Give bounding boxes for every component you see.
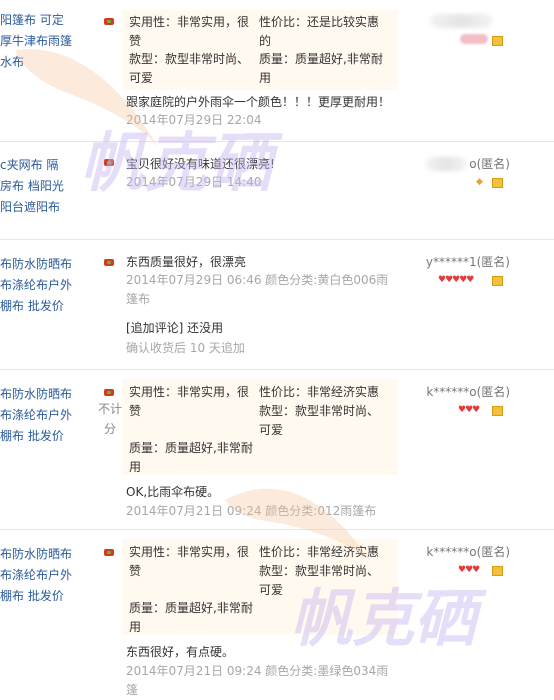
review-text: 宝贝很好没有味道还很漂亮!	[126, 157, 275, 171]
append-review-text: [追加评论] 还没用	[126, 321, 224, 335]
review-date: 2014年07月29日 14:40	[126, 175, 262, 189]
not-counted-label: 不计分	[97, 402, 122, 436]
review-item: 布防水防晒布 布涤纶布户外 棚布 批发价 东西质量很好，很漂亮 2014年07月…	[0, 239, 554, 370]
review-item: 布防水防晒布 布涤纶布户外 棚布 批发价 实用性：非常实用，很赞 性价比：非常经…	[0, 529, 554, 697]
review-text: 东西很好，有点硬。	[126, 645, 235, 659]
tag-practicality: 实用性：非常实用，很赞	[129, 545, 250, 578]
review-item: 布防水防晒布 布涤纶布户外 棚布 批发价 不计分 实用性：非常实用，很赞 性价比…	[0, 369, 554, 530]
flag-icon	[104, 388, 114, 397]
reviewer-name[interactable]: k******o(匿名)	[410, 543, 510, 560]
reviewer-level-icon: ♥♥♥	[458, 405, 480, 415]
append-review-date: 确认收货后 10 天追加	[126, 341, 245, 355]
review-text: 东西质量很好，很漂亮	[126, 255, 247, 269]
reviewer-name[interactable]	[430, 14, 492, 28]
reviewer-level-icon: ♥♥♥♥♥	[438, 275, 474, 285]
reviewer-name[interactable]: k******o(匿名)	[410, 383, 510, 400]
review-date: 2014年07月21日 09:24 颜色分类:墨绿色034雨篷	[126, 664, 389, 697]
tag-practicality: 实用性：非常实用，很赞	[129, 385, 250, 418]
reviewer-level-icon: ◆	[476, 177, 483, 187]
tag-quality: 质量：质量超好,非常耐用	[129, 441, 253, 474]
review-item: c夹网布 隔 房布 档阳光 阳台遮阳布 宝贝很好没有味道还很漂亮! 2014年0…	[0, 141, 554, 240]
product-link[interactable]: 布防水防晒布 布涤纶布户外 棚布 批发价	[0, 544, 72, 607]
product-link[interactable]: 阳篷布 可定 厚牛津布雨篷 水布	[0, 10, 72, 73]
tag-value: 性价比：还是比较实惠的	[259, 15, 380, 48]
badge-icon	[492, 566, 503, 576]
tag-value: 性价比：非常经济实惠	[259, 385, 380, 399]
reviewer-name[interactable]: o(匿名)	[410, 155, 510, 172]
tag-practicality: 实用性：非常实用，很赞	[129, 15, 250, 48]
reviewer-level-icon: ♥♥♥	[458, 565, 480, 575]
tag-quality: 质量：质量超好,非常耐用	[129, 601, 253, 634]
tag-style: 款型：款型非常时尚、可爱	[259, 564, 380, 597]
badge-icon	[492, 406, 503, 416]
flag-icon	[104, 258, 114, 267]
flag-icon	[104, 158, 114, 167]
review-item: 阳篷布 可定 厚牛津布雨篷 水布 实用性：非常实用，很赞 性价比：还是比较实惠的…	[0, 0, 554, 142]
badge-icon	[492, 178, 503, 188]
tag-style: 款型：款型非常时尚、可爱	[129, 52, 250, 85]
review-text: OK,比雨伞布硬。	[126, 485, 220, 499]
product-link[interactable]: 布防水防晒布 布涤纶布户外 棚布 批发价	[0, 384, 72, 447]
product-link[interactable]: 布防水防晒布 布涤纶布户外 棚布 批发价	[0, 254, 72, 317]
reviewer-level-icon	[460, 34, 488, 44]
flag-icon	[104, 548, 114, 557]
tag-style: 款型：款型非常时尚、可爱	[259, 404, 380, 437]
badge-icon	[492, 36, 503, 46]
review-date: 2014年07月21日 09:24 颜色分类:012雨篷布	[126, 504, 377, 518]
review-date: 2014年07月29日 22:04	[126, 113, 262, 127]
review-text: 跟家庭院的户外雨伞一个颜色！！！更厚更耐用！	[126, 95, 391, 109]
review-date: 2014年07月29日 06:46 颜色分类:黄白色006雨篷布	[126, 273, 389, 306]
product-link[interactable]: c夹网布 隔 房布 档阳光 阳台遮阳布	[0, 155, 72, 218]
tag-quality: 质量：质量超好,非常耐用	[259, 52, 383, 85]
tag-value: 性价比：非常经济实惠	[259, 545, 380, 559]
badge-icon	[492, 276, 503, 286]
reviewer-name[interactable]: y******1(匿名)	[410, 253, 510, 270]
flag-icon	[104, 17, 114, 26]
